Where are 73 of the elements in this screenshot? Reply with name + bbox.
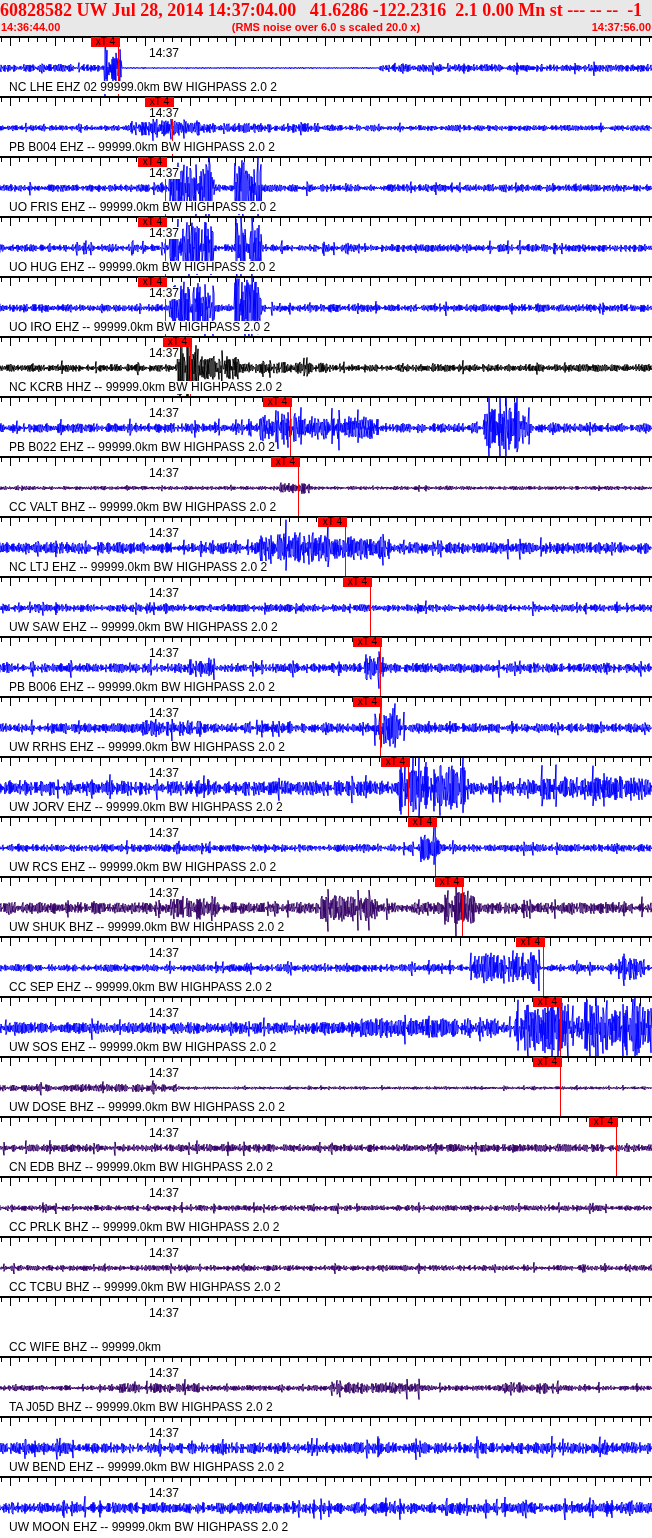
station-label: UO HUG EHZ -- 99999.0km BW HIGHPASS 2.0 2 xyxy=(9,261,276,274)
pick-flag: xT 4 xyxy=(271,457,300,467)
time-label: 14:37 xyxy=(148,1127,181,1139)
pick-flag: xT 4 xyxy=(343,577,372,587)
station-label: CC WIFE BHZ -- 99999.0km xyxy=(9,1341,162,1354)
station-label: PB B006 EHZ -- 99999.0km BW HIGHPASS 2.0 2 xyxy=(9,681,275,694)
header-title: 60828582 UW Jul 28, 2014 14:37:04.00 41.6286 -122.2316 2.1 0.00 Mn st --- -- -- -1 xyxy=(0,0,644,20)
station-label: UW DOSE BHZ -- 99999.0km BW HIGHPASS 2.0 2 xyxy=(9,1101,285,1114)
station-label: UO FRIS EHZ -- 99999.0km BW HIGHPASS 2.0 2 xyxy=(9,201,277,214)
station-label: UW BEND EHZ -- 99999.0km BW HIGHPASS 2.0 2 xyxy=(9,1461,285,1474)
time-label: 14:37 xyxy=(148,227,181,239)
time-label: 14:37 xyxy=(148,407,181,419)
pick-flag: xT 4 xyxy=(138,157,167,167)
time-label: 14:37 xyxy=(148,1487,181,1499)
station-label: PB B004 EHZ -- 99999.0km BW HIGHPASS 2.0 2 xyxy=(9,141,275,154)
station-label: UW SOS EHZ -- 99999.0km BW HIGHPASS 2.0 2 xyxy=(9,1041,277,1054)
time-label: 14:37 xyxy=(148,1007,181,1019)
time-label: 14:37 xyxy=(148,647,181,659)
time-label: 14:37 xyxy=(148,287,181,299)
station-label: PB B022 EHZ -- 99999.0km BW HIGHPASS 2.0 2 xyxy=(9,441,275,454)
time-label: 14:37 xyxy=(148,1067,181,1079)
pick-flag: xT 4 xyxy=(589,1117,618,1127)
pick-flag: xT 4 xyxy=(353,637,382,647)
start-time: 14:36:44.00 xyxy=(1,20,61,34)
pick-flag: xT 4 xyxy=(138,217,167,227)
time-label: 14:37 xyxy=(148,767,181,779)
pick-flag: xT 4 xyxy=(145,97,174,107)
pick-flag: xT 4 xyxy=(516,937,545,947)
time-label: 14:37 xyxy=(148,827,181,839)
time-label: 14:37 xyxy=(148,47,181,59)
station-label: CN EDB BHZ -- 99999.0km BW HIGHPASS 2.0 2 xyxy=(9,1161,273,1174)
pick-flag: xT 4 xyxy=(318,517,347,527)
station-label: UW RCS EHZ -- 99999.0km BW HIGHPASS 2.0 2 xyxy=(9,861,277,874)
pick-flag: xT 4 xyxy=(163,337,192,347)
pick-flag: xT 4 xyxy=(381,757,410,767)
time-label: 14:37 xyxy=(148,347,181,359)
pick-flag: xT 4 xyxy=(408,817,437,827)
station-label: CC VALT BHZ -- 99999.0km BW HIGHPASS 2.0 2 xyxy=(9,501,277,514)
time-label: 14:37 xyxy=(148,587,181,599)
pick-flag: xT 4 xyxy=(263,397,292,407)
station-label: TA J05D BHZ -- 99999.0km BW HIGHPASS 2.0 2 xyxy=(9,1401,273,1414)
end-time: 14:37:56.00 xyxy=(591,20,651,34)
station-label: CC SEP EHZ -- 99999.0km BW HIGHPASS 2.0 2 xyxy=(9,981,272,994)
time-label: 14:37 xyxy=(148,167,181,179)
station-label: NC LTJ EHZ -- 99999.0km BW HIGHPASS 2.0 2 xyxy=(9,561,268,574)
time-label: 14:37 xyxy=(148,1367,181,1379)
station-label: NC KCRB HHZ -- 99999.0km BW HIGHPASS 2.0 2 xyxy=(9,381,283,394)
pick-flag: xT 4 xyxy=(435,877,464,887)
time-label: 14:37 xyxy=(148,527,181,539)
pick-flag: xT 4 xyxy=(533,1057,562,1067)
pick-flag: xT 4 xyxy=(91,37,120,47)
pick-flag: xT 4 xyxy=(138,277,167,287)
station-label: CC PRLK BHZ -- 99999.0km BW HIGHPASS 2.0 2 xyxy=(9,1221,280,1234)
time-label: 14:37 xyxy=(148,887,181,899)
station-label: UW MOON EHZ -- 99999.0km BW HIGHPASS 2.0 2 xyxy=(9,1521,289,1534)
time-label: 14:37 xyxy=(148,1427,181,1439)
noise-note: (RMS noise over 6.0 s scaled 20.0 x) xyxy=(231,20,421,34)
pick-flag: xT 4 xyxy=(533,997,562,1007)
station-label: UW SAW EHZ -- 99999.0km BW HIGHPASS 2.0 2 xyxy=(9,621,278,634)
time-label: 14:37 xyxy=(148,707,181,719)
station-label: UO IRO EHZ -- 99999.0km BW HIGHPASS 2.0 2 xyxy=(9,321,271,334)
station-label: UW RRHS EHZ -- 99999.0km BW HIGHPASS 2.0 2 xyxy=(9,741,285,754)
time-label: 14:37 xyxy=(148,1187,181,1199)
time-label: 14:37 xyxy=(148,947,181,959)
station-label: UW SHUK BHZ -- 99999.0km BW HIGHPASS 2.0 2 xyxy=(9,921,285,934)
time-label: 14:37 xyxy=(148,467,181,479)
pick-flag: xT 4 xyxy=(353,697,382,707)
station-label: NC LHE EHZ 02 99999.0km BW HIGHPASS 2.0 2 xyxy=(9,81,277,94)
station-label: UW JORV EHZ -- 99999.0km BW HIGHPASS 2.0 2 xyxy=(9,801,283,814)
time-label: 14:37 xyxy=(148,1247,181,1259)
station-label: CC TCBU BHZ -- 99999.0km BW HIGHPASS 2.0 2 xyxy=(9,1281,281,1294)
time-label: 14:37 xyxy=(148,107,181,119)
time-label: 14:37 xyxy=(148,1307,181,1319)
